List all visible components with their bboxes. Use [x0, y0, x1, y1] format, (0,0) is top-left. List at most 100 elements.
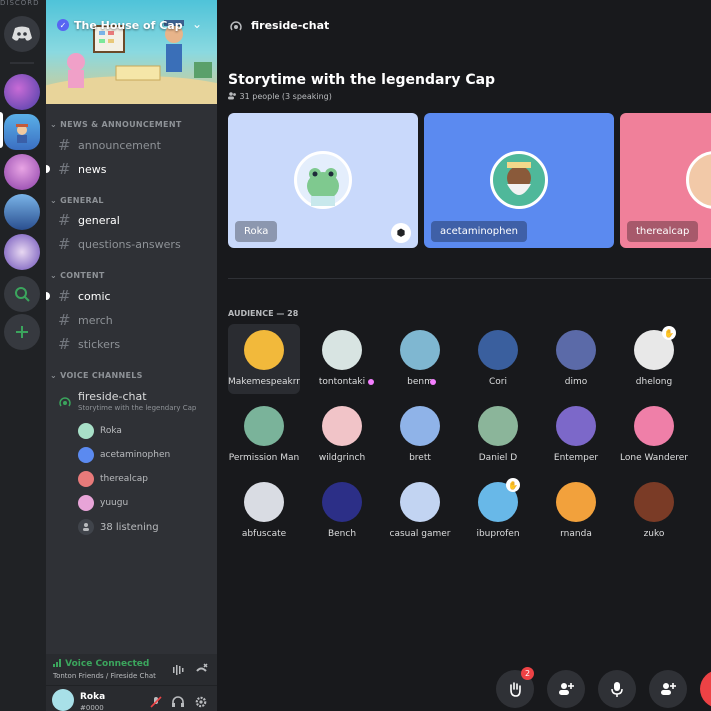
- audience-member[interactable]: ✋ ibuprofen: [462, 476, 534, 546]
- avatar: [244, 482, 284, 522]
- user-name: Roka: [80, 692, 106, 702]
- audience-member[interactable]: rnanda: [540, 476, 612, 546]
- audience-member[interactable]: zuko: [618, 476, 690, 546]
- stage-channel-topic: Storytime with the legendary Cap: [78, 404, 197, 412]
- invite-to-speak-button[interactable]: [547, 670, 585, 708]
- channel-news[interactable]: # news: [58, 159, 213, 179]
- the-house-of-cap-icon[interactable]: [4, 114, 40, 150]
- voice-user-yuugu[interactable]: yuugu: [78, 494, 128, 512]
- member-name: dhelong: [635, 377, 673, 387]
- server-1-icon[interactable]: [4, 74, 40, 110]
- speaker-tile-roka[interactable]: Roka ⬢: [228, 113, 418, 248]
- gear-icon[interactable]: [195, 696, 207, 708]
- speaker-avatar: [294, 151, 352, 209]
- audience-member[interactable]: dimo: [540, 324, 612, 394]
- audience-member[interactable]: Cori: [462, 324, 534, 394]
- channel-announcement[interactable]: # announcement: [58, 135, 213, 155]
- leave-stage-button[interactable]: [700, 670, 711, 708]
- audience-member[interactable]: Makemespeakrr: [228, 324, 300, 394]
- plus-icon: [16, 326, 28, 338]
- server-5-icon[interactable]: [4, 234, 40, 270]
- explore-servers-button[interactable]: [4, 276, 40, 312]
- audience-member[interactable]: Bench: [306, 476, 378, 546]
- avatar: [322, 330, 362, 370]
- audience-header: AUDIENCE — 28: [228, 309, 299, 318]
- avatar: [400, 482, 440, 522]
- invite-button[interactable]: [649, 670, 687, 708]
- search-icon: [15, 287, 30, 302]
- audience-member[interactable]: benm: [384, 324, 456, 394]
- stage-controls: 2: [217, 660, 711, 711]
- divider: [228, 278, 711, 279]
- hash-icon: #: [58, 211, 71, 229]
- hand-count-badge: 2: [521, 667, 534, 680]
- audience-member[interactable]: Daniel D: [462, 400, 534, 470]
- cap-character-icon: [16, 124, 28, 143]
- audience-member[interactable]: wildgrinch: [306, 400, 378, 470]
- mic-muted-icon[interactable]: [150, 696, 162, 708]
- signal-icon: [53, 659, 61, 667]
- stage-icon: [230, 21, 242, 31]
- avatar: [634, 406, 674, 446]
- speaker-avatar: [686, 151, 711, 209]
- audience-member[interactable]: abfuscate: [228, 476, 300, 546]
- raised-hand-icon: ✋: [662, 326, 676, 340]
- discord-home-button[interactable]: [4, 16, 40, 52]
- audience-member[interactable]: tontontaki: [306, 324, 378, 394]
- audience-member[interactable]: Lone Wanderer: [618, 400, 690, 470]
- stage-channel-name: fireside-chat: [78, 390, 147, 403]
- avatar: [400, 406, 440, 446]
- audience-member[interactable]: casual gamer: [384, 476, 456, 546]
- verified-check-icon: ✓: [57, 19, 69, 31]
- channel-comic[interactable]: # comic: [58, 286, 213, 306]
- audience-member[interactable]: brett: [384, 400, 456, 470]
- avatar: [244, 406, 284, 446]
- speaker-name: Roka: [235, 221, 278, 242]
- stage-channel-fireside-chat[interactable]: fireside-chat Storytime with the legenda…: [58, 390, 213, 416]
- server-3-icon[interactable]: [4, 154, 40, 190]
- speaker-tile-therealcap[interactable]: therealcap: [620, 113, 711, 248]
- add-server-button[interactable]: [4, 314, 40, 350]
- avatar: [244, 330, 284, 370]
- people-icon: [78, 519, 94, 535]
- banner-illustration: [46, 20, 217, 104]
- voice-user-therealcap[interactable]: therealcap: [78, 470, 148, 488]
- listening-count[interactable]: 38 listening: [78, 518, 159, 536]
- speaker-name: acetaminophen: [431, 221, 527, 242]
- speaker-tile-acetaminophen[interactable]: acetaminophen: [424, 113, 614, 248]
- member-name: Makemespeakrr: [228, 377, 300, 387]
- speaker-avatar: [490, 151, 548, 209]
- server-4-icon[interactable]: [4, 194, 40, 230]
- raise-hand-button[interactable]: 2: [496, 667, 534, 708]
- chevron-down-icon[interactable]: ⌄: [192, 17, 202, 31]
- microphone-button[interactable]: [598, 670, 636, 708]
- server-selected-pill: [0, 112, 3, 148]
- channel-merch[interactable]: # merch: [58, 310, 213, 330]
- category-news[interactable]: ⌄ NEWS & ANNOUNCEMENT: [50, 120, 182, 129]
- category-voice[interactable]: ⌄ VOICE CHANNELS: [50, 371, 143, 380]
- channel-general[interactable]: # general: [58, 210, 213, 230]
- user-avatar[interactable]: [52, 689, 74, 711]
- member-name: Bench: [327, 529, 357, 539]
- soundboard-icon[interactable]: [172, 664, 184, 676]
- server-rail: DISCORD: [0, 0, 46, 711]
- channel-stickers[interactable]: # stickers: [58, 334, 213, 354]
- rail-separator: [10, 62, 34, 64]
- category-content[interactable]: ⌄ CONTENT: [50, 271, 105, 280]
- nitro-boost-icon: [368, 379, 374, 385]
- member-name: wildgrinch: [318, 453, 366, 463]
- audience-member[interactable]: ✋ dhelong: [618, 324, 690, 394]
- avatar: [322, 482, 362, 522]
- audience-member[interactable]: Permission Man: [228, 400, 300, 470]
- headphones-icon[interactable]: [172, 696, 184, 708]
- member-name: brett: [409, 453, 431, 463]
- channel-questions-answers[interactable]: # questions-answers: [58, 234, 213, 254]
- server-banner[interactable]: ✓ The House of Cap ⌄: [46, 0, 217, 104]
- member-name: casual gamer: [389, 529, 451, 539]
- voice-user-acetaminophen[interactable]: acetaminophen: [78, 446, 170, 464]
- voice-user-roka[interactable]: Roka: [78, 422, 122, 440]
- audience-member[interactable]: Entemper: [540, 400, 612, 470]
- category-general[interactable]: ⌄ GENERAL: [50, 196, 104, 205]
- disconnect-icon[interactable]: [195, 663, 208, 676]
- hand-icon: [510, 682, 521, 697]
